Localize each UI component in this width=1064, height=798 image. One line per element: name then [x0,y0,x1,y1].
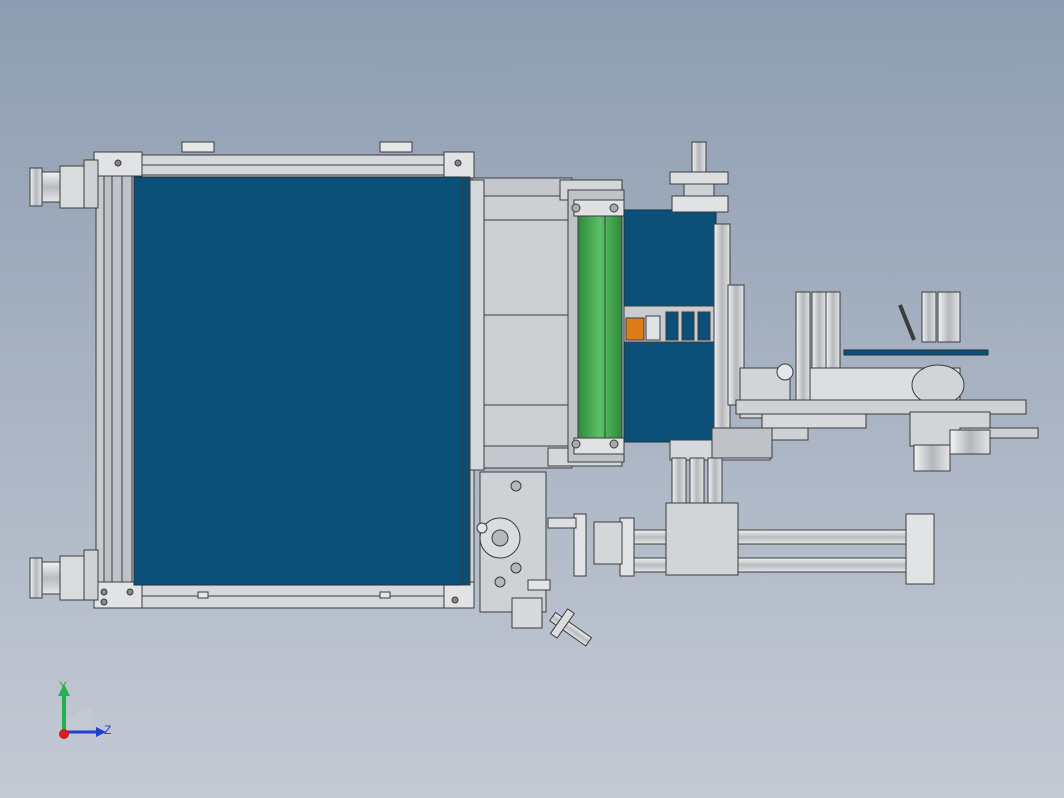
green-roller [567,189,625,463]
x-axis-dot [59,729,69,739]
blue-panel-right [623,209,717,443]
y-axis-label: Y [59,679,67,693]
coordinate-triad: Y Z [58,679,111,739]
blue-panel-left [133,176,467,586]
orange-block [625,317,645,341]
caster-bottom [29,549,99,601]
caster-top [29,159,99,209]
cad-viewport[interactable]: Y Z [0,0,1064,798]
right-arm [735,291,1039,472]
bottom-cylinder [547,457,935,585]
z-axis-label: Z [104,723,111,737]
